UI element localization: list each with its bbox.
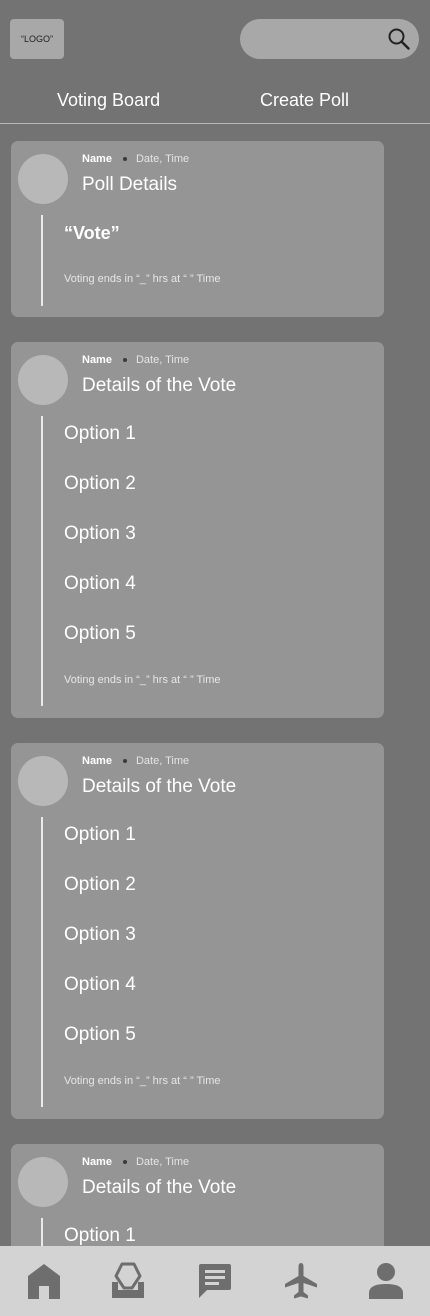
poll-option[interactable]: Option 4 <box>64 573 136 595</box>
bottom-nav <box>0 1246 430 1316</box>
top-bar: “LOGO” <box>0 0 430 80</box>
poll-feed[interactable]: Name Date, Time Poll Details “Vote” Voti… <box>0 124 430 1246</box>
tab-create-poll[interactable]: Create Poll <box>260 90 349 111</box>
chat-icon[interactable] <box>197 1262 233 1300</box>
thread-line <box>41 817 43 1107</box>
poll-option[interactable]: Option 3 <box>64 523 136 545</box>
post-meta: Name Date, Time <box>82 354 189 366</box>
poll-option[interactable]: Option 1 <box>64 1225 136 1246</box>
post-meta: Name Date, Time <box>82 755 189 767</box>
poll-option[interactable]: Option 2 <box>64 473 136 495</box>
airplane-icon[interactable] <box>283 1262 319 1300</box>
post-meta: Name Date, Time <box>82 1156 189 1168</box>
poll-title: Details of the Vote <box>82 375 237 396</box>
poll-option[interactable]: Option 4 <box>64 974 136 996</box>
poll-card[interactable]: Name Date, Time Poll Details “Vote” Voti… <box>11 141 384 317</box>
poll-option[interactable]: Option 5 <box>64 623 136 645</box>
logo[interactable]: “LOGO” <box>10 19 64 59</box>
profile-icon[interactable] <box>368 1262 404 1300</box>
poll-option[interactable]: Option 5 <box>64 1024 136 1046</box>
separator-dot <box>122 157 127 161</box>
poll-option[interactable]: Option 1 <box>64 423 136 445</box>
poll-card[interactable]: Name Date, Time Details of the Vote Opti… <box>11 342 384 718</box>
voting-ends-text: Voting ends in “_” hrs at “ ” Time <box>64 674 221 686</box>
post-datetime: Date, Time <box>135 1156 190 1168</box>
voting-ends-text: Voting ends in “_” hrs at “ ” Time <box>64 1075 221 1087</box>
author-name[interactable]: Name <box>82 1156 112 1168</box>
post-datetime: Date, Time <box>135 755 190 767</box>
author-name[interactable]: Name <box>82 153 112 165</box>
search-icon[interactable] <box>387 27 411 51</box>
avatar[interactable] <box>18 756 68 806</box>
search-input[interactable] <box>240 19 419 59</box>
logo-text: “LOGO” <box>20 34 53 44</box>
avatar[interactable] <box>18 1157 68 1207</box>
post-meta: Name Date, Time <box>82 153 189 165</box>
author-name[interactable]: Name <box>82 755 112 767</box>
tab-voting-board[interactable]: Voting Board <box>57 90 160 111</box>
thread-line <box>41 215 43 306</box>
poll-option[interactable]: Option 3 <box>64 924 136 946</box>
post-datetime: Date, Time <box>135 153 190 165</box>
avatar[interactable] <box>18 355 68 405</box>
tab-bar: Voting Board Create Poll <box>0 80 430 124</box>
separator-dot <box>122 1160 127 1164</box>
vote-button[interactable]: “Vote” <box>64 223 120 244</box>
poll-title: Poll Details <box>82 174 178 195</box>
poll-option[interactable]: Option 1 <box>64 824 136 846</box>
poll-option[interactable]: Option 2 <box>64 874 136 896</box>
poll-card[interactable]: Name Date, Time Details of the Vote Opti… <box>11 1144 384 1246</box>
voting-ends-text: Voting ends in “_” hrs at “ ” Time <box>64 273 221 285</box>
author-name[interactable]: Name <box>82 354 112 366</box>
thread-line <box>41 1218 43 1246</box>
poll-title: Details of the Vote <box>82 1177 237 1198</box>
avatar[interactable] <box>18 154 68 204</box>
ballot-box-icon[interactable] <box>110 1262 146 1300</box>
poll-card[interactable]: Name Date, Time Details of the Vote Opti… <box>11 743 384 1119</box>
separator-dot <box>122 759 127 763</box>
separator-dot <box>122 358 127 362</box>
poll-title: Details of the Vote <box>82 776 237 797</box>
thread-line <box>41 416 43 706</box>
post-datetime: Date, Time <box>135 354 190 366</box>
home-icon[interactable] <box>26 1262 62 1300</box>
